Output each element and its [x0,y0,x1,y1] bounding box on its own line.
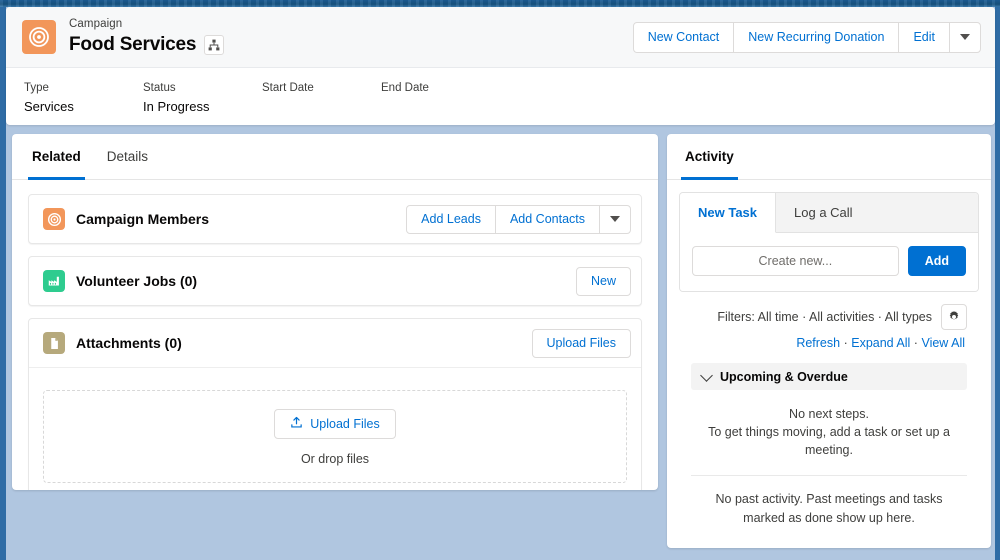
create-new-task-input[interactable] [692,246,899,276]
page-title: Food Services [69,33,197,55]
record-highlight-fields: Type Services Status In Progress Start D… [6,68,995,124]
record-action-buttons: New Contact New Recurring Donation Edit [632,21,981,53]
related-lists-body: Campaign Members Add Leads Add Contacts [12,180,658,490]
activity-filters-row: Filters: All time · All activities · All… [679,292,979,330]
link-separator-2: · [913,336,918,350]
hierarchy-icon[interactable] [204,34,225,55]
activity-filters-text: Filters: All time · All activities · All… [717,310,932,324]
dropzone-upload-label: Upload Files [310,417,380,431]
new-contact-button[interactable]: New Contact [632,21,735,53]
activity-tabs: Activity [667,134,991,180]
field-status: Status In Progress [143,82,262,124]
related-list-header: Attachments (0) Upload Files [29,319,641,367]
tab-details[interactable]: Details [107,134,148,180]
or-drop-files-label: Or drop files [300,452,370,466]
tab-activity[interactable]: Activity [681,134,738,180]
related-list-actions: Add Leads Add Contacts [406,204,631,234]
activity-composer: New Task Log a Call Add [679,192,979,292]
dropzone-upload-files-button[interactable]: Upload Files [274,409,396,439]
upload-arrow-icon [290,416,303,432]
gear-icon[interactable] [941,304,967,330]
get-things-moving-line: To get things moving, add a task or set … [708,425,950,458]
record-header-card: Campaign Food Services New Contact New R… [6,7,995,125]
add-leads-button[interactable]: Add Leads [406,204,496,234]
field-label: End Date [381,82,429,94]
link-separator-1: · [843,336,848,350]
related-lists-card: Related Details Campaign Members Add Lea… [12,134,658,490]
edit-button[interactable]: Edit [898,21,950,53]
field-label: Status [143,82,176,94]
file-dropzone[interactable]: Upload Files Or drop files [29,367,641,490]
window-frame-right [995,7,1000,560]
upload-files-button[interactable]: Upload Files [531,328,631,358]
more-actions-button[interactable] [949,21,981,53]
related-list-header: Volunteer Jobs (0) New [29,257,641,305]
composer-input-row: Add [680,233,978,291]
record-header-titles: Campaign Food Services [69,17,225,57]
chevron-down-icon [700,368,713,382]
activity-panel-card: Activity New Task Log a Call Add Filters… [667,134,991,548]
field-end-date: End Date [381,82,500,124]
upcoming-overdue-label: Upcoming & Overdue [720,369,848,384]
related-list-attachments: Attachments (0) Upload Files Upload File… [28,318,642,490]
upcoming-empty-state: No next steps. To get things moving, add… [679,390,979,475]
no-next-steps-line: No next steps. [789,407,869,421]
expand-all-link[interactable]: Expand All [851,336,910,350]
past-activity-empty-state: No past activity. Past meetings and task… [715,492,943,525]
field-type: Type Services [24,82,143,124]
refresh-link[interactable]: Refresh [796,336,840,350]
record-type-eyebrow: Campaign [69,18,123,31]
field-value: Services [24,99,74,114]
related-list-title: Attachments (0) [76,335,182,351]
volunteer-jobs-icon [43,270,65,292]
upcoming-overdue-section-header[interactable]: Upcoming & Overdue [691,363,967,390]
activity-panel-body: New Task Log a Call Add Filters: All tim… [667,180,991,527]
campaign-members-more-button[interactable] [599,204,631,234]
browser-chrome-band [0,0,1000,7]
campaign-target-icon [43,208,65,230]
record-tabs: Related Details [12,134,658,180]
field-value: In Progress [143,99,210,114]
tab-related[interactable]: Related [28,134,85,180]
record-title-row: Food Services [69,33,225,57]
chevron-down-icon [960,34,970,40]
related-list-campaign-members: Campaign Members Add Leads Add Contacts [28,194,642,244]
field-label: Type [24,82,49,94]
new-volunteer-job-button[interactable]: New [575,266,631,296]
related-list-title: Campaign Members [76,211,210,227]
composer-tabs: New Task Log a Call [680,193,978,233]
activity-links-row: Refresh · Expand All · View All [679,330,979,350]
tab-log-a-call[interactable]: Log a Call [776,193,871,232]
view-all-link[interactable]: View All [921,336,965,350]
chevron-down-icon [610,216,620,222]
new-recurring-donation-button[interactable]: New Recurring Donation [733,21,900,53]
tab-new-task[interactable]: New Task [680,193,777,233]
field-start-date: Start Date [262,82,381,124]
related-list-volunteer-jobs: Volunteer Jobs (0) New [28,256,642,306]
record-header-top: Campaign Food Services New Contact New R… [6,7,995,68]
add-task-button[interactable]: Add [907,246,966,276]
add-contacts-button[interactable]: Add Contacts [494,204,600,234]
related-list-header: Campaign Members Add Leads Add Contacts [29,195,641,243]
field-label: Start Date [262,82,314,94]
related-list-actions: New [575,266,631,296]
related-list-title: Volunteer Jobs (0) [76,273,198,289]
file-dropzone-inner[interactable]: Upload Files Or drop files [43,390,627,483]
related-list-actions: Upload Files [531,328,631,358]
attachment-file-icon [43,332,65,354]
campaign-target-icon [22,20,56,54]
